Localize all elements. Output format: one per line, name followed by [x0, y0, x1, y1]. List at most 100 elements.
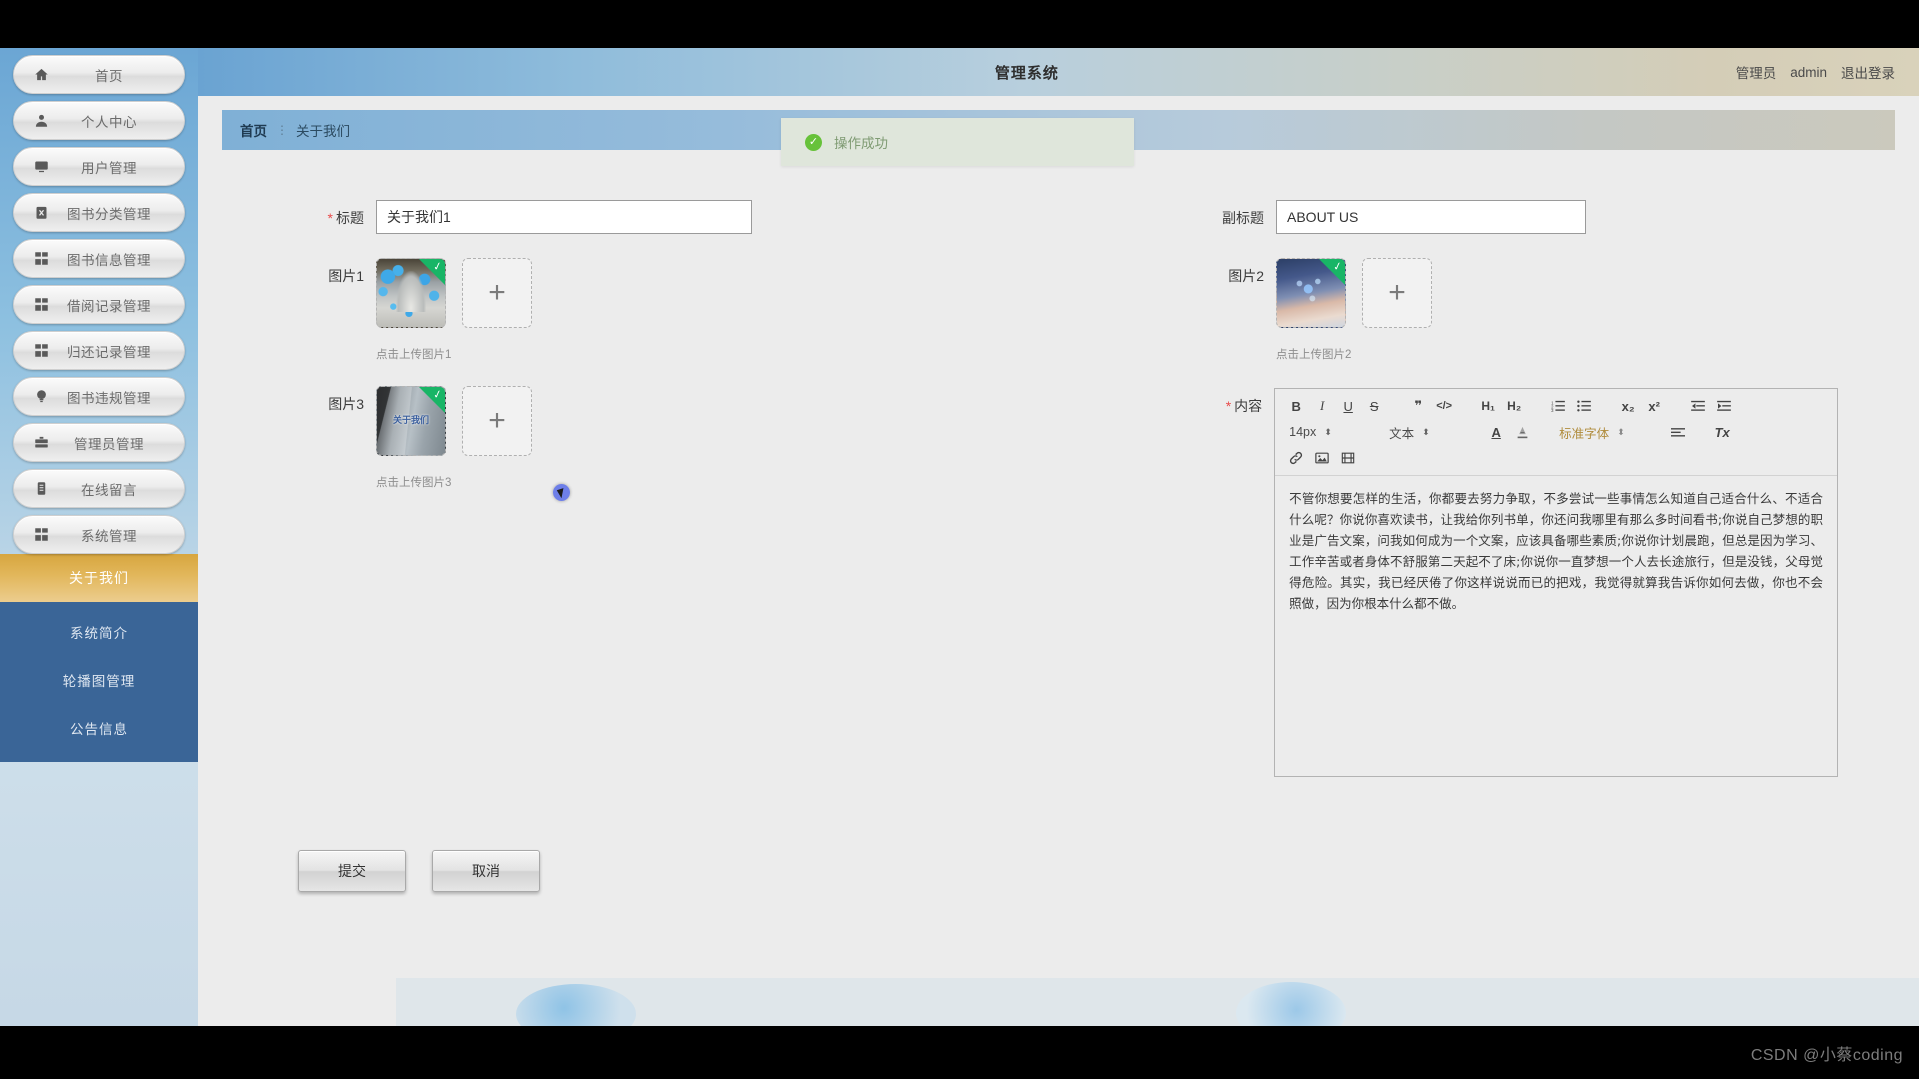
subscript-icon[interactable]: x₂ — [1617, 395, 1639, 417]
content-textarea[interactable]: 不管你想要怎样的生活，你都要去努力争取，不多尝试一些事情怎么知道自己适合什么、不… — [1275, 476, 1837, 776]
required-marker: * — [1225, 398, 1232, 414]
content-field-row: * 内容 B I U S ❞ </> H₁ H₂ 1 2 3 x₂ x² 14p… — [1198, 388, 1838, 777]
sidebar-subitem-announcement-info[interactable]: 公告信息 — [0, 704, 198, 752]
image3-overlay-text: 关于我们 — [392, 415, 429, 425]
sidebar-item-about-us[interactable]: 关于我们 — [0, 554, 198, 602]
italic-icon[interactable]: I — [1311, 395, 1333, 417]
image1-label: 图片1 — [328, 268, 364, 284]
system-title: 管理系统 — [994, 64, 1059, 82]
font-size-value: 14px — [1289, 425, 1317, 439]
code-icon[interactable]: </> — [1433, 395, 1455, 417]
image3-row: 图片3 关于我们 ✓ + 点击上传图片3 — [298, 386, 1018, 490]
sidebar-item-home[interactable]: 首页 — [13, 55, 185, 94]
sidebar-item-book-category-management[interactable]: 图书分类管理 — [13, 193, 185, 232]
image1-upload-area: ✓ + — [376, 258, 532, 328]
align-icon[interactable] — [1667, 421, 1689, 443]
image3-upload-area: 关于我们 ✓ + — [376, 386, 532, 456]
editor-toolbar-row-1: B I U S ❞ </> H₁ H₂ 1 2 3 x₂ x² — [1285, 395, 1829, 417]
sidebar-item-label: 归还记录管理 — [67, 344, 151, 360]
sidebar-subitem-carousel-management[interactable]: 轮播图管理 — [0, 656, 198, 704]
grid-icon — [22, 527, 60, 542]
highlight-icon[interactable] — [1511, 421, 1533, 443]
image3-add-button[interactable]: + — [462, 386, 532, 456]
link-icon[interactable] — [1285, 447, 1307, 469]
submit-button[interactable]: 提交 — [298, 850, 406, 892]
sidebar-item-label: 首页 — [95, 68, 123, 84]
image3-thumbnail[interactable]: 关于我们 ✓ — [376, 386, 446, 456]
sidebar-item-label: 图书分类管理 — [67, 206, 151, 222]
strikethrough-icon[interactable]: S — [1363, 395, 1385, 417]
insert-video-icon[interactable] — [1337, 447, 1359, 469]
font-color-icon[interactable]: A — [1485, 421, 1507, 443]
form-actions: 提交 取消 — [298, 850, 540, 892]
user-icon — [22, 113, 60, 128]
superscript-icon[interactable]: x² — [1643, 395, 1665, 417]
font-family-select[interactable]: 标准字体 ⬍ — [1555, 421, 1645, 443]
sidebar-item-borrow-record-management[interactable]: 借阅记录管理 — [13, 285, 185, 324]
monitor-icon — [22, 159, 60, 174]
clipboard-x-icon — [22, 205, 60, 220]
image2-thumbnail[interactable]: ✓ — [1276, 258, 1346, 328]
blockquote-icon[interactable]: ❞ — [1407, 395, 1429, 417]
bold-icon[interactable]: B — [1285, 395, 1307, 417]
logout-button[interactable]: 退出登录 — [1841, 62, 1895, 82]
title-input[interactable] — [376, 200, 752, 234]
sidebar-item-label: 系统管理 — [81, 528, 137, 544]
breadcrumb-home[interactable]: 首页 — [240, 120, 267, 140]
outdent-icon[interactable] — [1687, 395, 1709, 417]
bullet-list-icon[interactable] — [1573, 395, 1595, 417]
font-size-select[interactable]: 14px ⬍ — [1285, 421, 1363, 443]
chevron-updown-icon: ⬍ — [1617, 426, 1625, 437]
image1-upload-hint[interactable]: 点击上传图片1 — [376, 346, 532, 362]
sidebar-item-book-info-management[interactable]: 图书信息管理 — [13, 239, 185, 278]
sidebar-item-label: 管理员管理 — [74, 436, 144, 452]
sidebar-item-return-record-management[interactable]: 归还记录管理 — [13, 331, 185, 370]
required-marker: * — [327, 210, 333, 226]
sidebar-item-admin-management[interactable]: 管理员管理 — [13, 423, 185, 462]
footer-decoration — [396, 978, 1919, 1026]
grid-icon — [22, 297, 60, 312]
plus-icon: + — [1388, 276, 1406, 309]
ordered-list-icon[interactable]: 123 — [1547, 395, 1569, 417]
image2-upload-hint[interactable]: 点击上传图片2 — [1276, 346, 1432, 362]
subtitle-input[interactable] — [1276, 200, 1586, 234]
sidebar-item-system-management[interactable]: 系统管理 — [13, 515, 185, 554]
image3-upload-hint[interactable]: 点击上传图片3 — [376, 474, 532, 490]
grid-icon — [22, 343, 60, 358]
cancel-button[interactable]: 取消 — [432, 850, 540, 892]
sidebar-item-online-message[interactable]: 在线留言 — [13, 469, 185, 508]
sidebar-item-book-violation-management[interactable]: 图书违规管理 — [13, 377, 185, 416]
heading1-icon[interactable]: H₁ — [1477, 395, 1499, 417]
sidebar-subitem-system-intro[interactable]: 系统简介 — [0, 608, 198, 656]
block-type-select[interactable]: 文本 ⬍ — [1385, 421, 1463, 443]
font-family-value: 标准字体 — [1559, 426, 1610, 441]
underline-icon[interactable]: U — [1337, 395, 1359, 417]
screenshot-root: 首页 个人中心 用户管理 图书分类管理 图书信息管理 借阅记录管理 归还记录管理… — [0, 0, 1919, 1079]
application-viewport: 首页 个人中心 用户管理 图书分类管理 图书信息管理 借阅记录管理 归还记录管理… — [0, 48, 1919, 1026]
image2-label: 图片2 — [1228, 268, 1264, 284]
sidebar-item-label: 在线留言 — [81, 482, 137, 498]
subtitle-field-label: 副标题 — [1222, 210, 1264, 226]
check-circle-icon: ✓ — [805, 133, 822, 151]
image2-uploader: ✓ + 点击上传图片2 — [1276, 258, 1432, 362]
clear-format-icon[interactable]: Tx — [1711, 421, 1733, 443]
username-label: admin — [1790, 64, 1827, 80]
heading2-icon[interactable]: H₂ — [1503, 395, 1525, 417]
plus-icon: + — [488, 276, 506, 309]
briefcase-icon — [22, 435, 60, 450]
insert-image-icon[interactable] — [1311, 447, 1333, 469]
sidebar-item-personal-center[interactable]: 个人中心 — [13, 101, 185, 140]
image1-add-button[interactable]: + — [462, 258, 532, 328]
image2-row: 图片2 ✓ + 点击上传图片2 — [1198, 258, 1838, 362]
title-field-row: * 标题 — [298, 200, 1018, 234]
image1-thumbnail[interactable]: ✓ — [376, 258, 446, 328]
sidebar-item-label: 借阅记录管理 — [67, 298, 151, 314]
editor-toolbar-row-2: 14px ⬍ 文本 ⬍ A 标准字体 ⬍ Tx — [1285, 421, 1829, 443]
chevron-updown-icon: ⬍ — [1324, 426, 1332, 437]
image3-label: 图片3 — [328, 396, 364, 412]
sidebar-item-user-management[interactable]: 用户管理 — [13, 147, 185, 186]
subtitle-field-row: 副标题 — [1198, 200, 1838, 234]
image2-add-button[interactable]: + — [1362, 258, 1432, 328]
indent-icon[interactable] — [1713, 395, 1735, 417]
content-field-label: * 内容 — [1225, 398, 1263, 414]
